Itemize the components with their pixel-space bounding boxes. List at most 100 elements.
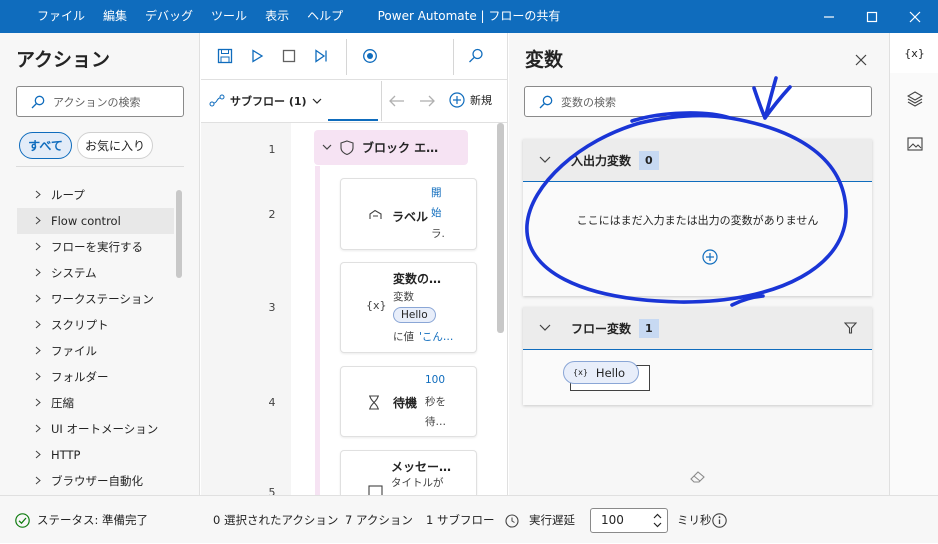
step-detail: 変数 [393, 291, 414, 303]
stop-icon [282, 49, 296, 63]
menu-file[interactable]: ファイル [28, 0, 94, 33]
menu-view[interactable]: 表示 [256, 0, 298, 33]
tree-item-compression[interactable]: 圧縮 [17, 390, 174, 416]
tree-item-run-flow[interactable]: フローを実行する [17, 234, 174, 260]
tree-item-flow-control[interactable]: Flow control [17, 208, 174, 234]
tree-item-label: ワークステーション [51, 292, 154, 306]
subflow-icon [209, 94, 225, 107]
minimize-icon [824, 15, 834, 18]
chevron-right-icon [35, 190, 41, 199]
step-message-action[interactable]: メッセー… タイトルが [340, 450, 477, 496]
filter-all-button[interactable]: すべて [19, 132, 72, 159]
chevron-right-icon [35, 294, 41, 303]
close-variables-button[interactable] [851, 50, 871, 70]
menu-debug[interactable]: デバッグ [136, 0, 202, 33]
actions-scrollbar[interactable] [176, 190, 182, 278]
tree-item-browser-automation[interactable]: ブラウザー自動化 [17, 468, 174, 494]
flow-variables-header[interactable]: フロー変数 1 [523, 307, 872, 350]
flow-variables-count: 1 [639, 318, 659, 338]
step-detail: 秒を [425, 396, 446, 408]
filter-favorites-button[interactable]: お気に入り [77, 132, 153, 159]
search-icon [469, 48, 483, 63]
record-button[interactable] [355, 41, 385, 71]
block-connector [315, 166, 320, 495]
close-window-button[interactable] [892, 0, 938, 33]
menu-tools[interactable]: ツール [202, 0, 256, 33]
variables-search-input[interactable]: 変数の検索 [524, 86, 872, 117]
tree-item-loop[interactable]: ループ [17, 182, 174, 208]
next-step-button[interactable] [306, 41, 336, 71]
step-value: 'こん… [419, 331, 454, 343]
chevron-right-icon [35, 398, 41, 407]
step-title: 待機 [393, 396, 418, 410]
ui-elements-tab-button[interactable] [890, 79, 938, 119]
variables-icon: {x} [904, 46, 925, 60]
menu-help[interactable]: ヘルプ [298, 0, 352, 33]
search-flow-button[interactable] [461, 41, 491, 71]
delay-input[interactable]: 100 [590, 508, 668, 533]
run-button[interactable] [242, 41, 272, 71]
tree-item-label: Flow control [51, 214, 121, 228]
chevron-right-icon [35, 450, 41, 459]
add-icon [449, 92, 465, 108]
step-detail: に値 [393, 331, 414, 343]
info-icon[interactable] [712, 513, 727, 528]
main-tab-indicator[interactable] [328, 119, 378, 121]
spinner-icon[interactable] [653, 513, 662, 528]
block-error-action[interactable]: ブロック エ… [314, 130, 468, 165]
flow-variables-section: フロー変数 1 {x} Hello [523, 307, 872, 405]
actions-search-placeholder: アクションの検索 [53, 95, 141, 109]
image-icon [906, 137, 923, 151]
variable-icon: {x} [573, 368, 588, 377]
status-text: ステータス: 準備完了 [37, 513, 149, 527]
new-subflow-button[interactable]: 新規 [449, 92, 492, 108]
tree-item-ui-automation[interactable]: UI オートメーション [17, 416, 174, 442]
step-set-variable-action[interactable]: {x} 変数の… 変数 Hello に値 'こん… [340, 262, 477, 353]
search-icon [539, 95, 553, 108]
filter-icon[interactable] [844, 322, 857, 334]
tree-item-folder[interactable]: フォルダー [17, 364, 174, 390]
variable-icon: {x} [366, 299, 387, 312]
step-label-action[interactable]: ラベル 開 始 ラ. [340, 178, 477, 250]
add-io-variable-button[interactable] [702, 249, 718, 268]
eraser-button[interactable] [690, 470, 705, 486]
io-variables-header[interactable]: 入出力変数 0 [523, 139, 872, 182]
flow-scrollbar[interactable] [497, 123, 504, 333]
maximize-icon [866, 11, 878, 22]
subflow-label: サブフロー (1) [230, 95, 307, 108]
flow-variable-chip[interactable]: {x} Hello [563, 361, 640, 384]
tree-item-label: 圧縮 [51, 396, 74, 410]
io-variables-empty-text: ここにはまだ入力または出力の変数がありません [576, 214, 819, 227]
tree-item-label: スクリプト [51, 318, 109, 332]
chevron-right-icon [35, 216, 41, 225]
scroll-right-button[interactable] [412, 86, 442, 116]
step-wait-action[interactable]: 待機 100 秒を 待… [340, 366, 477, 437]
delay-value: 100 [601, 513, 624, 527]
scroll-left-button[interactable] [382, 86, 412, 116]
flow-variables-title: フロー変数 [571, 321, 632, 336]
actions-search-input[interactable]: アクションの検索 [16, 86, 184, 117]
chevron-down-icon [539, 156, 551, 163]
tree-item-file[interactable]: ファイル [17, 338, 174, 364]
save-icon [217, 48, 233, 64]
step-detail: 100 [425, 374, 446, 386]
line-number: 4 [268, 396, 276, 409]
tree-item-script[interactable]: スクリプト [17, 312, 174, 338]
play-icon [252, 49, 264, 63]
tree-item-workstation[interactable]: ワークステーション [17, 286, 174, 312]
stop-button[interactable] [274, 41, 304, 71]
subflow-dropdown[interactable]: サブフロー (1) [209, 89, 322, 113]
tree-item-label: フローを実行する [51, 240, 143, 254]
chevron-right-icon [35, 320, 41, 329]
save-button[interactable] [210, 41, 240, 71]
divider [201, 79, 507, 80]
maximize-button[interactable] [849, 0, 895, 33]
images-tab-button[interactable] [890, 124, 938, 164]
variables-tab-button[interactable]: {x} [890, 33, 938, 73]
tree-item-system[interactable]: システム [17, 260, 174, 286]
delay-label: 実行遅延 [529, 513, 575, 527]
menu-edit[interactable]: 編集 [94, 0, 136, 33]
eraser-icon [690, 471, 705, 483]
tree-item-http[interactable]: HTTP [17, 442, 174, 468]
minimize-button[interactable] [806, 0, 852, 33]
